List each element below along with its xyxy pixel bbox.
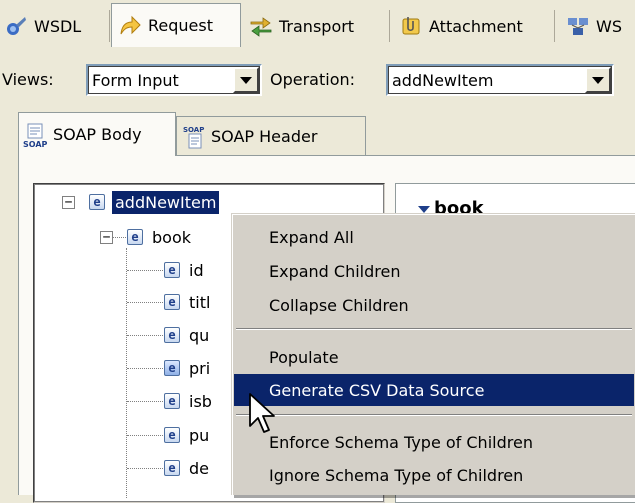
mouse-pointer-icon bbox=[248, 392, 278, 436]
element-icon: e bbox=[164, 393, 180, 409]
tree-node-label: id bbox=[189, 260, 204, 280]
tree-context-menu: Expand All Expand Children Collapse Chil… bbox=[231, 213, 635, 495]
menu-separator bbox=[236, 414, 632, 416]
tree-connector bbox=[127, 401, 163, 402]
tree-connector bbox=[127, 435, 163, 436]
chevron-down-icon bbox=[592, 76, 604, 84]
tree-node-leaf[interactable]: e isb bbox=[164, 386, 212, 416]
menu-item-populate[interactable]: Populate bbox=[234, 341, 634, 373]
element-icon: e bbox=[164, 262, 180, 278]
tree-node-leaf[interactable]: e pri bbox=[164, 353, 210, 383]
tab-transport-label: Transport bbox=[279, 16, 355, 36]
tab-soap-header-label: SOAP Header bbox=[211, 127, 318, 146]
svg-text:SOAP: SOAP bbox=[23, 140, 48, 148]
tab-divider bbox=[109, 10, 110, 42]
tab-attachment[interactable]: Attachment bbox=[399, 6, 523, 46]
tab-soap-body-label: SOAP Body bbox=[53, 125, 142, 144]
soap-body-icon: SOAP bbox=[23, 122, 49, 149]
menu-item-expand-all[interactable]: Expand All bbox=[234, 221, 634, 253]
tree-connector bbox=[127, 302, 163, 303]
element-icon: e bbox=[127, 229, 143, 245]
transport-arrows-icon bbox=[249, 14, 273, 38]
tree-node-label: de bbox=[189, 458, 209, 478]
element-icon: e bbox=[164, 360, 180, 376]
ws-security-icon bbox=[566, 14, 590, 38]
tree-node-label: book bbox=[152, 227, 191, 247]
editor-tab-strip: WSDL Request Transport Attachment WS bbox=[0, 0, 635, 48]
element-icon: e bbox=[89, 194, 105, 210]
soap-tab-strip: SOAP SOAP Body SOAP SOAP Header bbox=[18, 112, 635, 156]
section-collapse-icon[interactable] bbox=[418, 206, 430, 213]
tree-node-label: isb bbox=[189, 391, 212, 411]
tree-node-label: qu bbox=[189, 325, 210, 345]
tree-node-leaf[interactable]: e titl bbox=[164, 287, 210, 317]
tab-request[interactable]: Request bbox=[111, 3, 241, 47]
element-icon: e bbox=[164, 460, 180, 476]
operation-select[interactable]: addNewItem bbox=[386, 64, 614, 96]
tab-request-label: Request bbox=[148, 16, 213, 35]
tree-node-book[interactable]: − e book bbox=[100, 222, 191, 252]
operation-dropdown-button[interactable] bbox=[585, 67, 611, 93]
tree-connector bbox=[127, 335, 163, 336]
tree-node-label: titl bbox=[189, 292, 211, 312]
tab-soap-body[interactable]: SOAP SOAP Body bbox=[18, 112, 176, 156]
tab-attachment-label: Attachment bbox=[429, 16, 523, 36]
operation-label: Operation: bbox=[270, 70, 356, 89]
tab-transport[interactable]: Transport bbox=[249, 6, 354, 46]
tree-node-root[interactable]: − e addNewItem bbox=[62, 187, 220, 217]
tab-wsdl[interactable]: WSDL bbox=[4, 6, 81, 46]
tree-connector bbox=[127, 468, 163, 469]
tree-connector bbox=[126, 248, 127, 498]
tree-node-label: addNewItem bbox=[112, 190, 220, 214]
tree-node-leaf[interactable]: e pu bbox=[164, 420, 209, 450]
tab-ws[interactable]: WS bbox=[566, 6, 622, 46]
element-icon: e bbox=[164, 427, 180, 443]
menu-separator bbox=[236, 328, 632, 330]
menu-item-expand-children[interactable]: Expand Children bbox=[234, 255, 634, 287]
element-icon: e bbox=[164, 327, 180, 343]
collapse-toggle-icon[interactable]: − bbox=[62, 195, 75, 209]
collapse-toggle-icon[interactable]: − bbox=[100, 230, 113, 244]
tab-divider bbox=[389, 10, 390, 42]
chevron-down-icon bbox=[240, 76, 252, 84]
tab-divider bbox=[554, 10, 555, 42]
tree-node-label: pu bbox=[189, 425, 210, 445]
menu-item-generate-csv-data-source[interactable]: Generate CSV Data Source bbox=[234, 374, 634, 406]
tree-node-leaf[interactable]: e de bbox=[164, 453, 209, 483]
views-select[interactable]: Form Input bbox=[86, 64, 262, 96]
menu-item-ignore-schema-type[interactable]: Ignore Schema Type of Children bbox=[234, 459, 634, 491]
tree-node-label: pri bbox=[189, 358, 211, 378]
tab-soap-header[interactable]: SOAP SOAP Header bbox=[176, 116, 366, 156]
tab-ws-label: WS bbox=[596, 16, 622, 36]
svg-text:SOAP: SOAP bbox=[183, 126, 204, 134]
views-operation-row: Views: Form Input Operation: addNewItem bbox=[0, 58, 635, 102]
tree-node-leaf[interactable]: e qu bbox=[164, 320, 209, 350]
views-dropdown-button[interactable] bbox=[233, 67, 259, 93]
tab-wsdl-label: WSDL bbox=[34, 16, 82, 36]
element-icon: e bbox=[164, 294, 180, 310]
menu-item-collapse-children[interactable]: Collapse Children bbox=[234, 289, 634, 321]
wsdl-icon bbox=[4, 14, 28, 38]
request-arrow-icon bbox=[118, 14, 142, 38]
attachment-clip-icon bbox=[399, 14, 423, 38]
views-label: Views: bbox=[2, 70, 54, 89]
tree-node-leaf[interactable]: e id bbox=[164, 255, 204, 285]
soap-header-icon: SOAP bbox=[181, 124, 207, 150]
tree-connector bbox=[127, 270, 163, 271]
menu-item-enforce-schema-type[interactable]: Enforce Schema Type of Children bbox=[234, 426, 634, 458]
operation-select-value: addNewItem bbox=[392, 70, 494, 90]
tree-connector bbox=[127, 368, 163, 369]
views-select-value: Form Input bbox=[92, 70, 179, 90]
